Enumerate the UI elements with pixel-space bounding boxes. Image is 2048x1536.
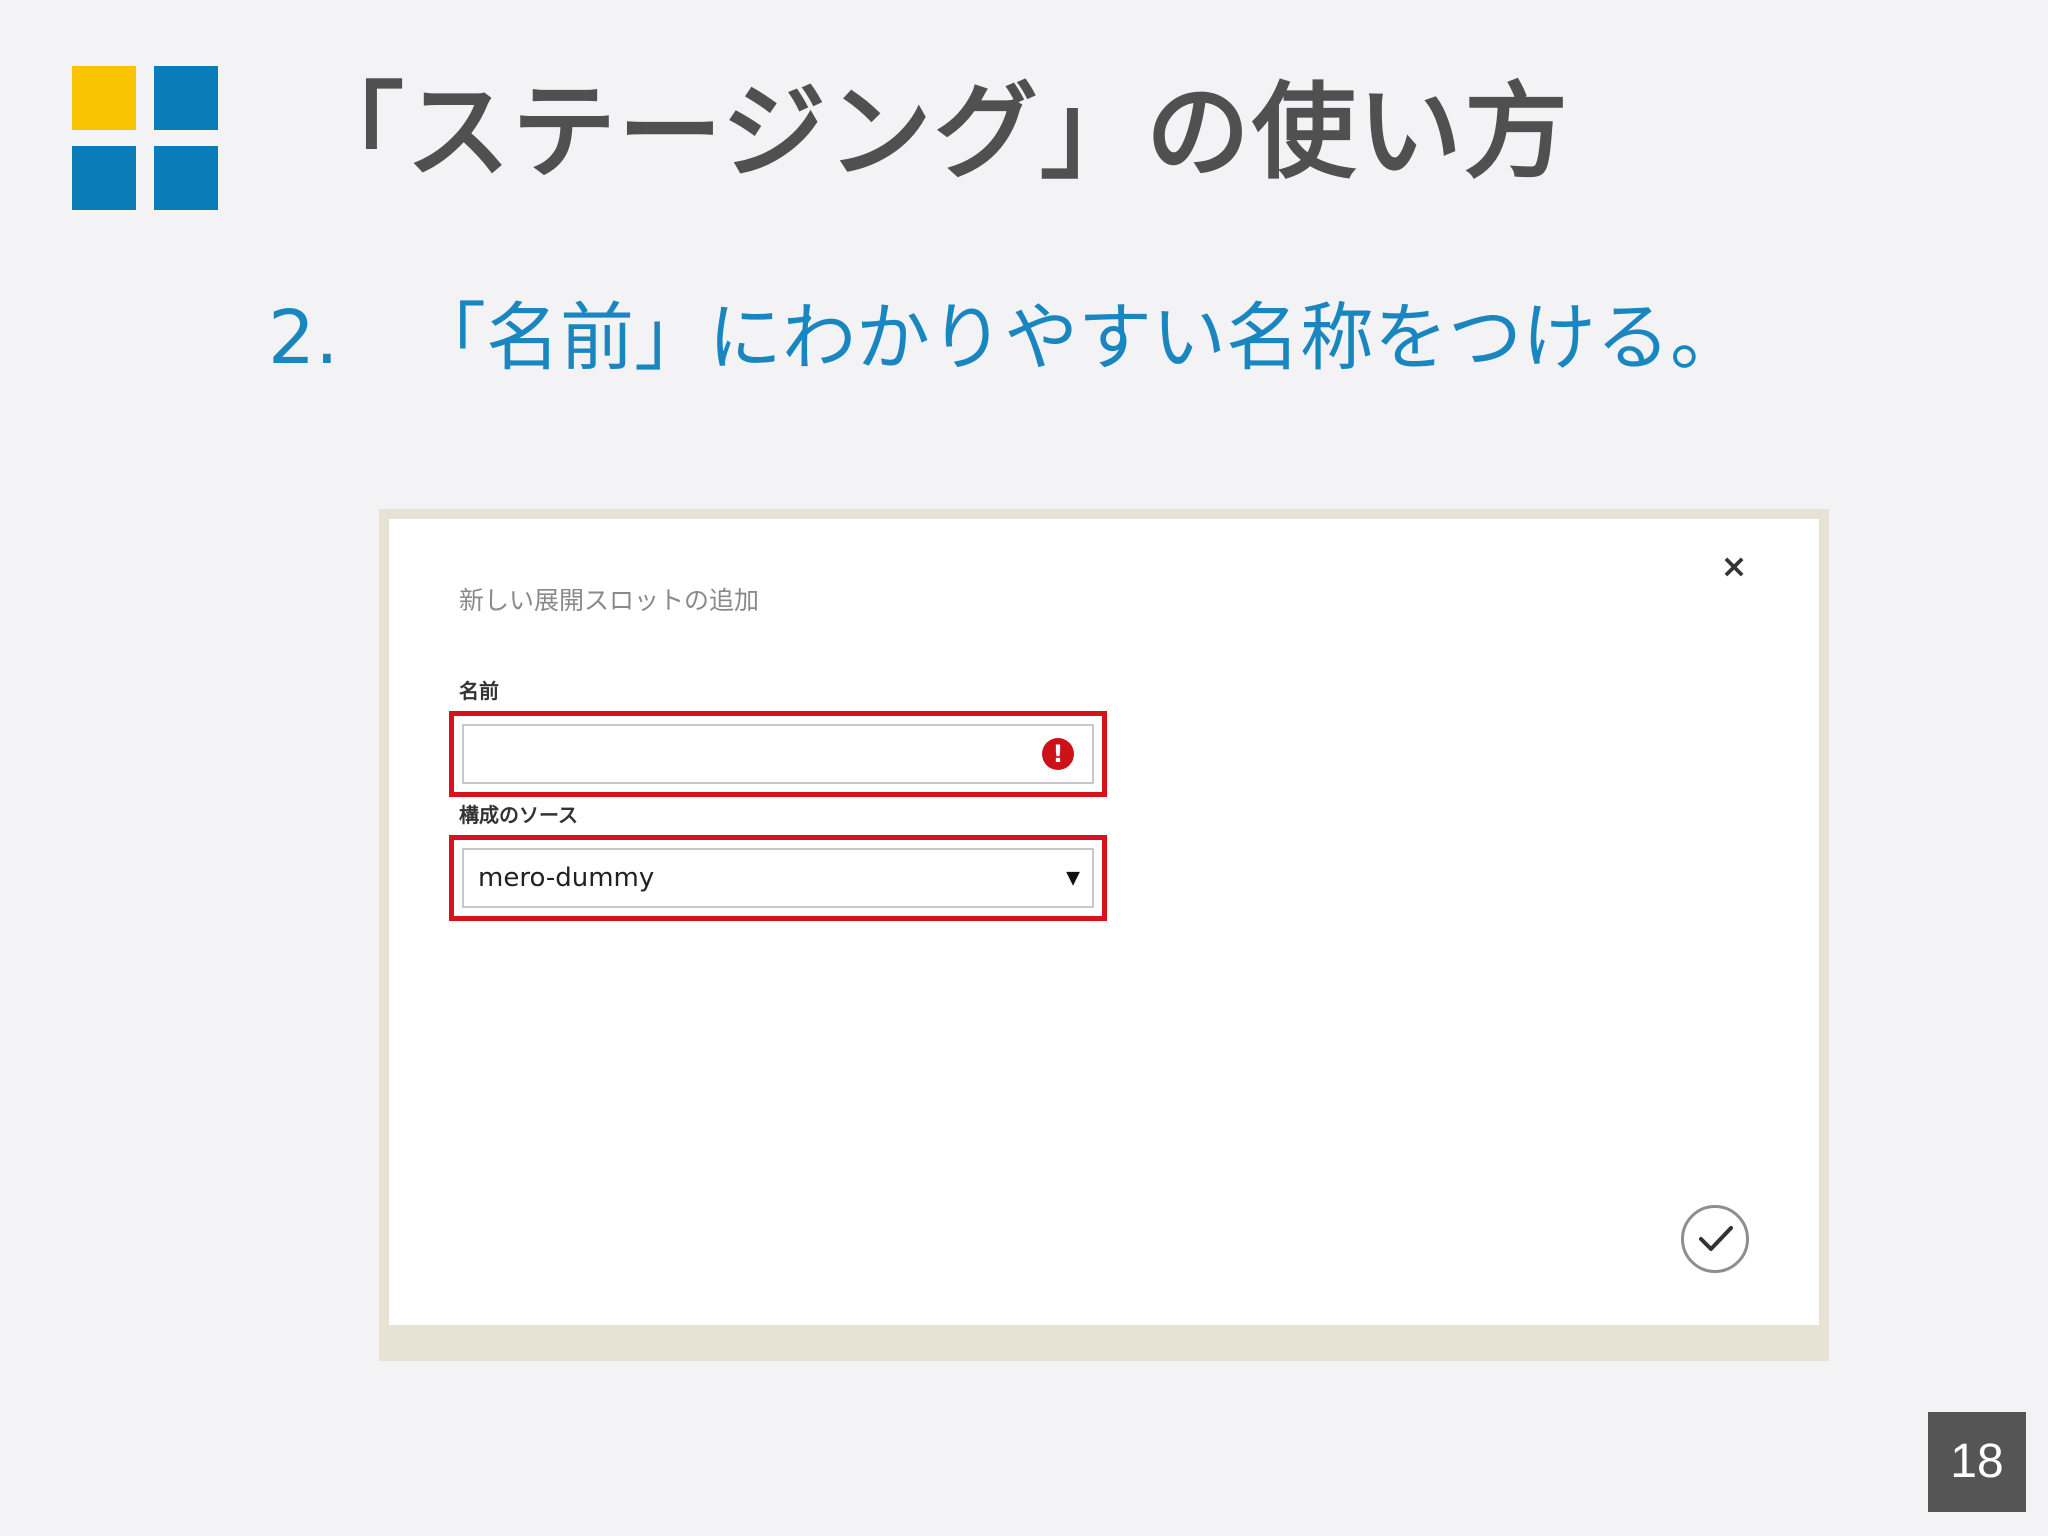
- error-icon: !: [1042, 738, 1074, 770]
- logo-square-blue: [154, 66, 218, 130]
- page-number: 18: [1928, 1412, 2026, 1512]
- close-icon[interactable]: ×: [1717, 549, 1751, 583]
- name-field-box: !: [462, 724, 1094, 784]
- name-input[interactable]: [464, 726, 1092, 782]
- source-field-label: 構成のソース: [459, 803, 578, 827]
- chevron-down-icon: ▼: [1066, 867, 1080, 889]
- source-select[interactable]: mero-dummy ▼: [462, 848, 1094, 908]
- name-field-highlight: !: [449, 711, 1107, 797]
- windows-logo-icon: [72, 66, 218, 210]
- step-instruction: 2. 「名前」にわかりやすい名称をつける。: [268, 288, 1744, 388]
- add-deployment-slot-dialog: × 新しい展開スロットの追加 名前 ! 構成のソース mero-dummy ▼: [389, 519, 1819, 1325]
- logo-square-yellow: [72, 66, 136, 130]
- source-field-highlight: mero-dummy ▼: [449, 835, 1107, 921]
- slide-title: 「ステージング」の使い方: [300, 71, 1570, 193]
- step-text: 「名前」にわかりやすい名称をつける。: [412, 295, 1744, 381]
- name-field-label: 名前: [459, 679, 499, 703]
- confirm-button[interactable]: [1681, 1205, 1749, 1273]
- checkmark-icon: [1699, 1226, 1733, 1251]
- step-number: 2.: [268, 295, 339, 381]
- embedded-screenshot: × 新しい展開スロットの追加 名前 ! 構成のソース mero-dummy ▼: [379, 509, 1829, 1361]
- dialog-title: 新しい展開スロットの追加: [459, 586, 760, 615]
- source-select-value: mero-dummy: [478, 863, 655, 893]
- logo-square-blue: [154, 146, 218, 210]
- logo-square-blue: [72, 146, 136, 210]
